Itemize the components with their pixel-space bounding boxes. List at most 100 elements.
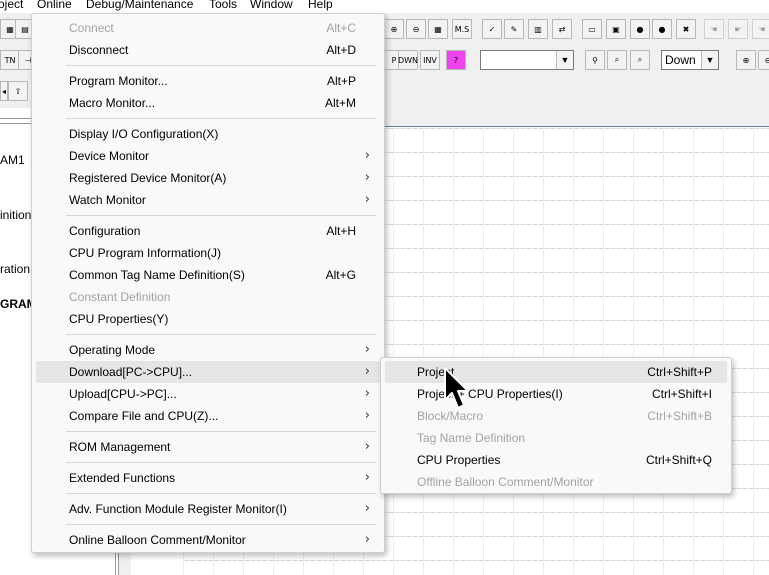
menu-item-macro-monitor[interactable]: Macro Monitor... Alt+M bbox=[36, 92, 380, 114]
menu-item-display-io[interactable]: Display I/O Configuration(X) bbox=[36, 123, 380, 145]
submenu-item-cpu-properties[interactable]: CPU Properties Ctrl+Shift+Q bbox=[385, 449, 727, 471]
menu-item-label: Display I/O Configuration(X) bbox=[69, 127, 219, 141]
zoom-in-icon[interactable]: ⊕ bbox=[736, 50, 756, 70]
grid-icon[interactable]: ▦ bbox=[428, 19, 448, 39]
menu-item-shortcut: Alt+G bbox=[325, 268, 356, 282]
read-icon[interactable]: ▥ bbox=[528, 19, 548, 39]
chevron-right-icon: › bbox=[364, 364, 370, 379]
menu-item-shortcut: Alt+D bbox=[326, 43, 356, 57]
menu-item-shortcut: Ctrl+Shift+Q bbox=[645, 453, 712, 467]
hand-off-icon[interactable]: ☛ bbox=[728, 19, 748, 39]
chevron-right-icon: › bbox=[364, 170, 370, 185]
menu-bar: oject Online Debug/Maintenance Tools Win… bbox=[0, 0, 769, 13]
submenu-item-project-cpu-properties[interactable]: Project + CPU Properties(I) Ctrl+Shift+I bbox=[385, 383, 727, 405]
menu-item-label: Operating Mode bbox=[69, 343, 156, 357]
online-menu: Connect Alt+C Disconnect Alt+D Program M… bbox=[31, 13, 385, 553]
chevron-down-icon[interactable]: ▼ bbox=[556, 51, 573, 69]
hand-icon[interactable]: ☚ bbox=[752, 19, 769, 39]
menu-tools[interactable]: Tools bbox=[209, 0, 237, 11]
menu-item-shortcut: Alt+P bbox=[326, 74, 356, 88]
menu-item-label: CPU Properties bbox=[417, 453, 501, 467]
menu-item-compare[interactable]: Compare File and CPU(Z)... › bbox=[36, 405, 380, 427]
stop-icon[interactable]: ● bbox=[652, 19, 672, 39]
menu-separator bbox=[66, 118, 376, 119]
menu-item-upload[interactable]: Upload[CPU->PC]... › bbox=[36, 383, 380, 405]
write-icon[interactable]: ✎ bbox=[504, 19, 524, 39]
zoom-out-icon[interactable]: ⊖ bbox=[758, 50, 769, 70]
hand-on-icon[interactable]: ☚ bbox=[704, 19, 724, 39]
menu-online[interactable]: Online bbox=[37, 0, 72, 11]
chevron-right-icon: › bbox=[364, 148, 370, 163]
submenu-item-project[interactable]: Project Ctrl+Shift+P bbox=[385, 361, 727, 383]
check-icon[interactable]: ✓ bbox=[482, 19, 502, 39]
menu-item-label: Compare File and CPU(Z)... bbox=[69, 409, 219, 423]
help-button[interactable]: ? bbox=[446, 50, 466, 70]
tn-icon[interactable]: TN bbox=[0, 50, 20, 70]
menu-item-download[interactable]: Download[PC->CPU]... › bbox=[36, 361, 380, 383]
menu-item-configuration[interactable]: Configuration Alt+H bbox=[36, 220, 380, 242]
menu-item-watch-monitor[interactable]: Watch Monitor › bbox=[36, 189, 380, 211]
chevron-right-icon: › bbox=[364, 192, 370, 207]
menu-separator bbox=[66, 524, 376, 525]
menu-item-registered-device-monitor[interactable]: Registered Device Monitor(A) › bbox=[36, 167, 380, 189]
ms-icon[interactable]: M.S bbox=[452, 19, 472, 39]
tree-item[interactable]: inition bbox=[0, 208, 31, 222]
menu-item-adv-function-module[interactable]: Adv. Function Module Register Monitor(I)… bbox=[36, 498, 380, 520]
menu-separator bbox=[66, 493, 376, 494]
menu-debug-maintenance[interactable]: Debug/Maintenance bbox=[86, 0, 193, 11]
menu-item-label: Program Monitor... bbox=[69, 74, 168, 88]
tools-icon[interactable]: ✖ bbox=[676, 19, 696, 39]
run-icon[interactable]: ● bbox=[630, 19, 650, 39]
replace-icon[interactable]: ⌕ bbox=[630, 50, 650, 70]
dwn-button[interactable]: DWN bbox=[398, 50, 418, 70]
submenu-item-block-macro[interactable]: Block/Macro Ctrl+Shift+B bbox=[385, 405, 727, 427]
chevron-right-icon: › bbox=[364, 386, 370, 401]
menu-separator bbox=[66, 334, 376, 335]
chevron-right-icon: › bbox=[364, 408, 370, 423]
submenu-item-offline-balloon[interactable]: Offline Balloon Comment/Monitor bbox=[385, 471, 727, 493]
menu-item-rom-management[interactable]: ROM Management › bbox=[36, 436, 380, 458]
menu-item-cpu-properties[interactable]: CPU Properties(Y) bbox=[36, 308, 380, 330]
menu-item-program-monitor[interactable]: Program Monitor... Alt+P bbox=[36, 70, 380, 92]
menu-item-online-balloon[interactable]: Online Balloon Comment/Monitor › bbox=[36, 529, 380, 551]
menu-item-shortcut: Alt+H bbox=[326, 224, 356, 238]
menu-item-label: Device Monitor bbox=[69, 149, 150, 163]
find-icon[interactable]: ⌕ bbox=[607, 50, 627, 70]
menu-project[interactable]: oject bbox=[0, 0, 23, 11]
up-icon[interactable]: ⇧ bbox=[8, 81, 28, 101]
menu-item-extended-functions[interactable]: Extended Functions › bbox=[36, 467, 380, 489]
chevron-right-icon: › bbox=[364, 439, 370, 454]
tree-item[interactable]: ration bbox=[0, 262, 30, 276]
menu-separator bbox=[66, 462, 376, 463]
chevron-down-icon[interactable]: ▼ bbox=[701, 51, 718, 69]
binoculars-icon[interactable]: ⚲ bbox=[585, 50, 605, 70]
menu-item-common-tag-name[interactable]: Common Tag Name Definition(S) Alt+G bbox=[36, 264, 380, 286]
menu-item-constant-definition[interactable]: Constant Definition bbox=[36, 286, 380, 308]
io-icon[interactable]: ⇄ bbox=[552, 19, 572, 39]
menu-item-label: ROM Management bbox=[69, 440, 171, 454]
mouse-cursor-icon bbox=[444, 367, 469, 409]
direction-combo-value: Down bbox=[665, 53, 696, 67]
search-combo[interactable]: ▼ bbox=[480, 50, 574, 70]
tree-item[interactable]: AM1 bbox=[0, 153, 25, 167]
direction-combo[interactable]: Down ▼ bbox=[661, 50, 719, 70]
chevron-right-icon: › bbox=[364, 342, 370, 357]
monitor-icon[interactable]: ▭ bbox=[582, 19, 602, 39]
menu-item-device-monitor[interactable]: Device Monitor › bbox=[36, 145, 380, 167]
menu-window[interactable]: Window bbox=[250, 0, 293, 11]
menu-help[interactable]: Help bbox=[308, 0, 333, 11]
menu-item-connect[interactable]: Connect Alt+C bbox=[36, 17, 380, 39]
back-icon[interactable]: ◂ bbox=[0, 81, 8, 101]
menu-item-cpu-program-info[interactable]: CPU Program Information(J) bbox=[36, 242, 380, 264]
submenu-item-tag-name-definition[interactable]: Tag Name Definition bbox=[385, 427, 727, 449]
program-icon[interactable]: ▣ bbox=[606, 19, 626, 39]
zoom-in-icon[interactable]: ⊕ bbox=[384, 19, 404, 39]
menu-item-operating-mode[interactable]: Operating Mode › bbox=[36, 339, 380, 361]
menu-item-label: CPU Program Information(J) bbox=[69, 246, 222, 260]
menu-item-label: Tag Name Definition bbox=[417, 431, 526, 445]
zoom-out-icon[interactable]: ⊖ bbox=[406, 19, 426, 39]
inv-button[interactable]: INV bbox=[420, 50, 440, 70]
menu-item-disconnect[interactable]: Disconnect Alt+D bbox=[36, 39, 380, 61]
menu-item-label: Project + CPU Properties(I) bbox=[417, 387, 563, 401]
menu-item-label: CPU Properties(Y) bbox=[69, 312, 169, 326]
